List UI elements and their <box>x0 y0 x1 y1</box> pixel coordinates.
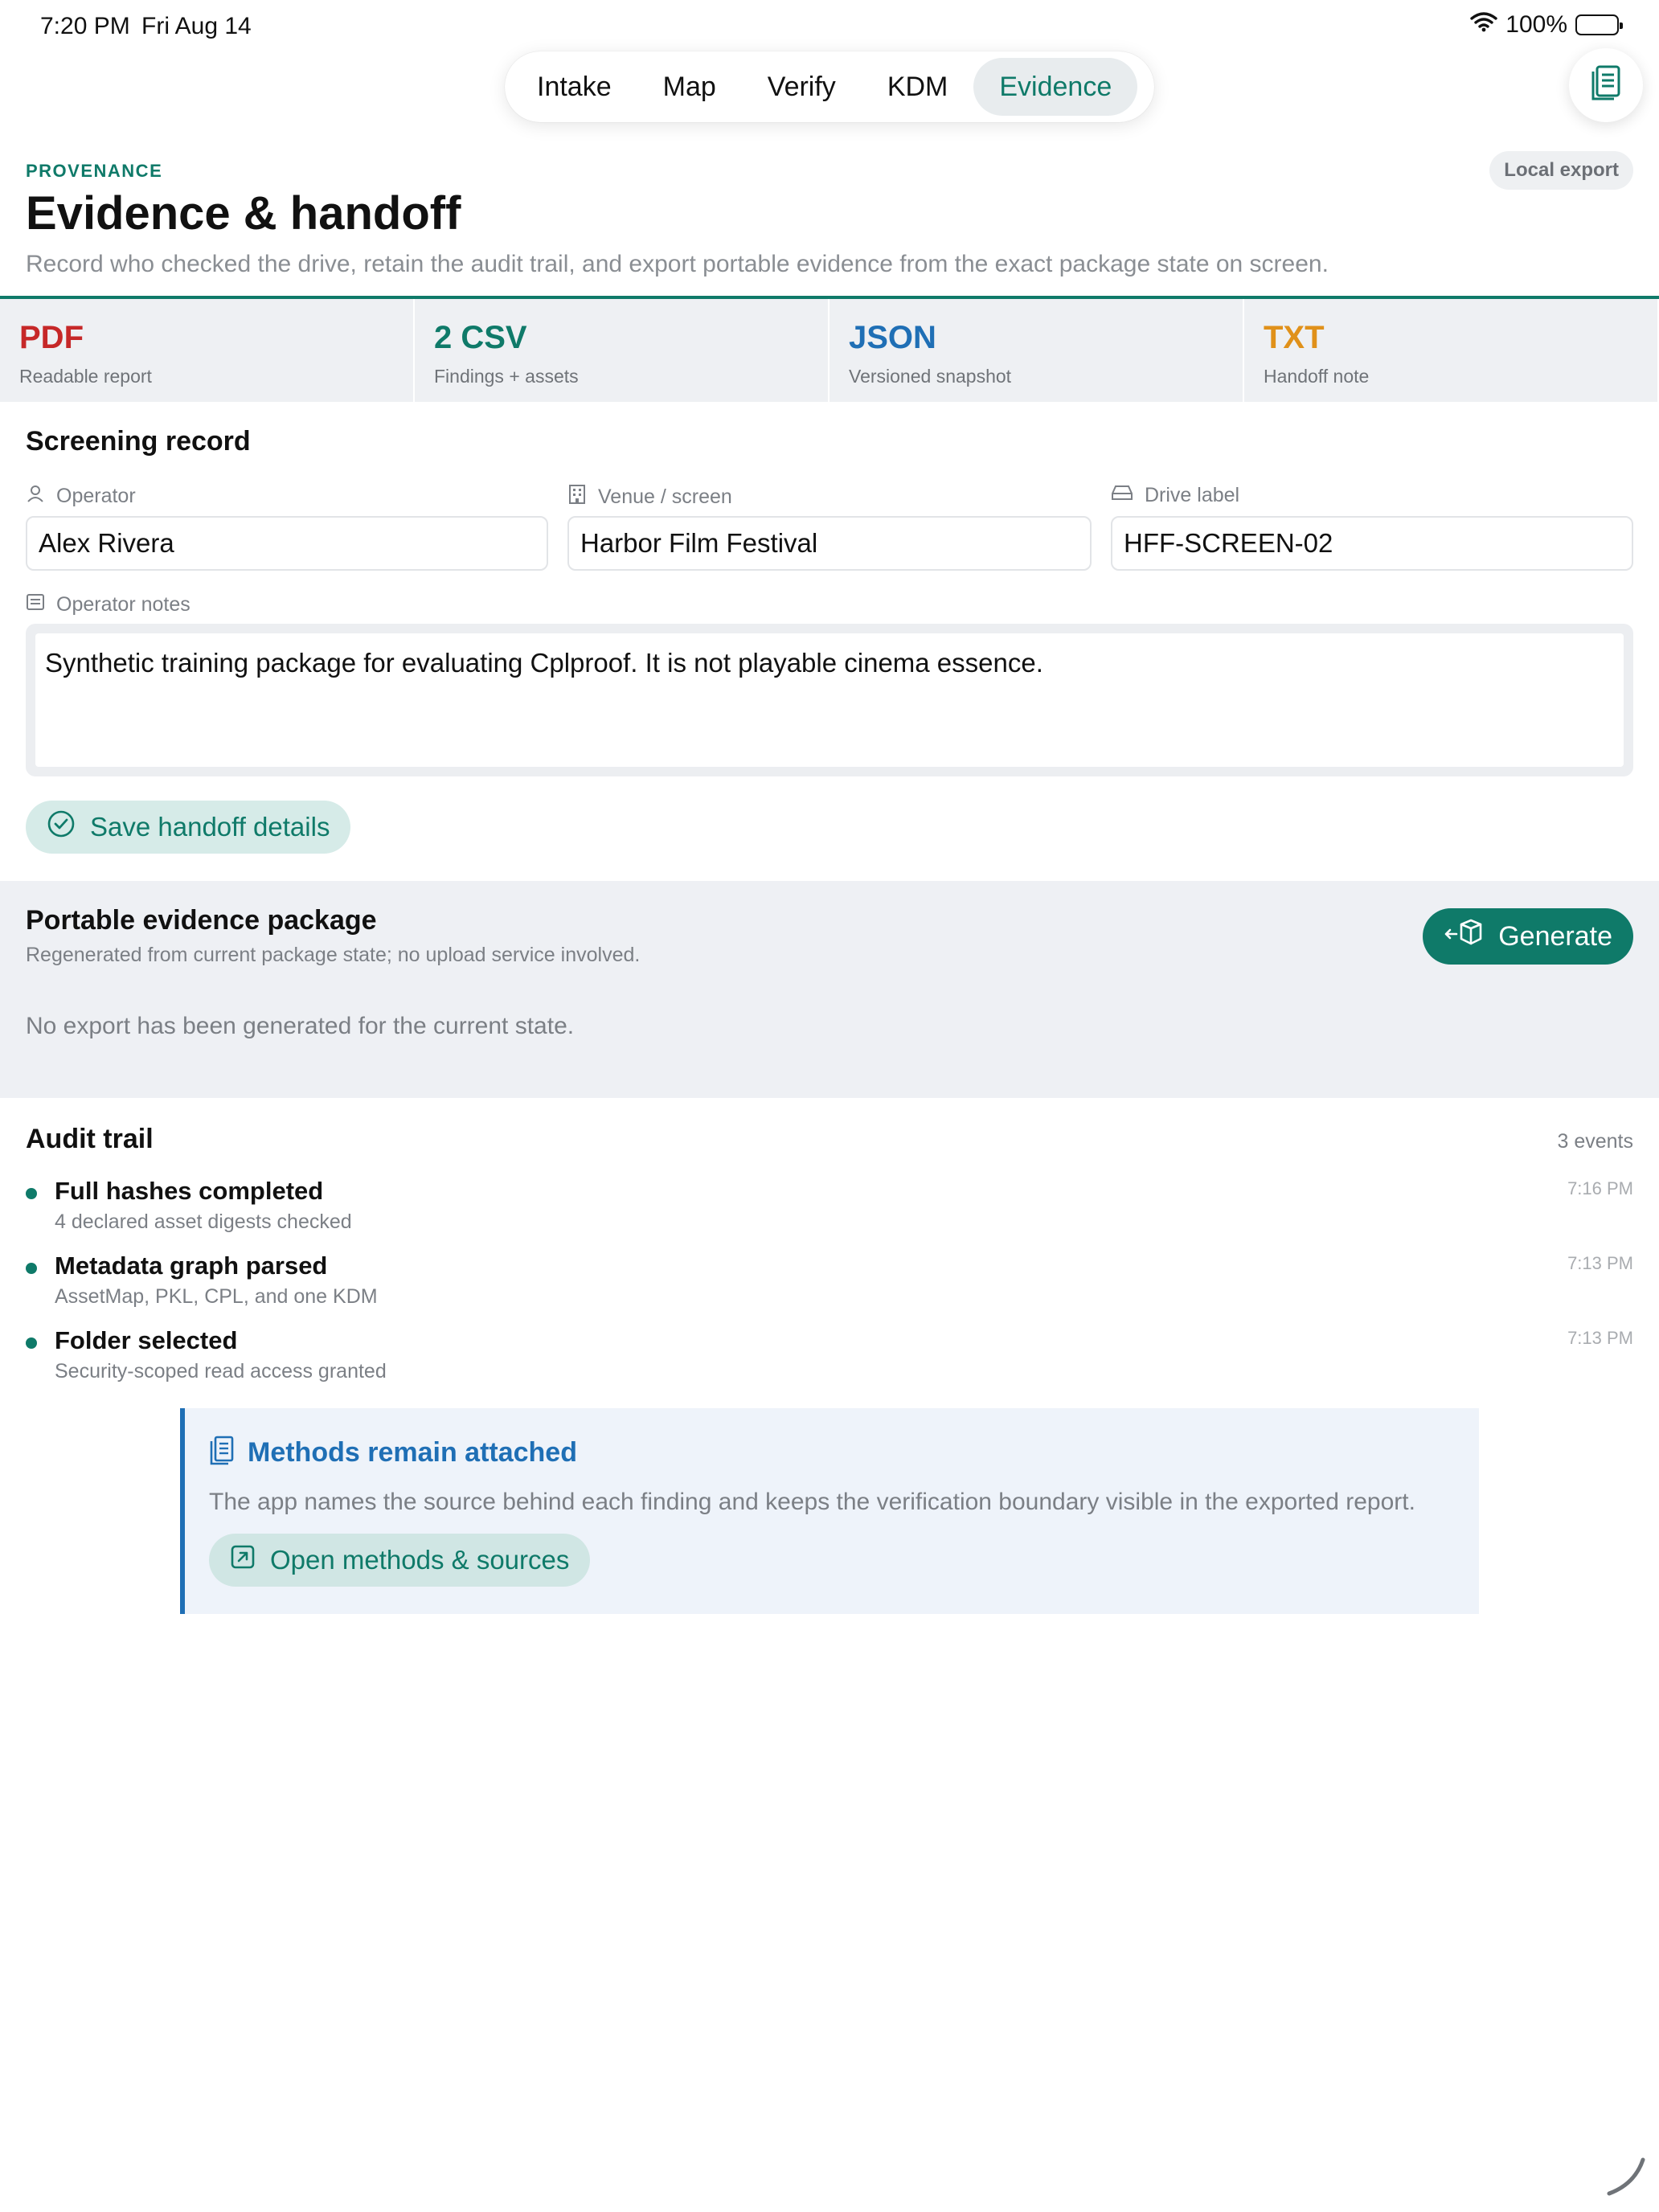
save-handoff-label: Save handoff details <box>90 812 330 842</box>
audit-event-time: 7:13 PM <box>1567 1253 1633 1273</box>
save-handoff-button[interactable]: Save handoff details <box>26 801 351 854</box>
page-title: Evidence & handoff <box>26 187 461 240</box>
section-eyebrow: PROVENANCE <box>26 161 163 181</box>
battery-icon <box>1575 14 1623 35</box>
audit-event-subtitle: 4 declared asset digests checked <box>55 1210 352 1233</box>
timeline-dot <box>26 1188 37 1199</box>
audit-event-subtitle: Security-scoped read access granted <box>55 1360 387 1382</box>
audit-event-subtitle: AssetMap, PKL, CPL, and one KDM <box>55 1285 378 1308</box>
timeline-dot <box>26 1263 37 1274</box>
audit-event-title: Full hashes completed <box>55 1177 324 1205</box>
methods-callout-title: Methods remain attached <box>248 1437 577 1468</box>
drive-label-field[interactable]: HFF-SCREEN-02 <box>1111 516 1633 571</box>
operator-label: Operator <box>26 484 136 509</box>
audit-event: Full hashes completed 4 declared asset d… <box>26 1177 1633 1241</box>
generate-label: Generate <box>1498 920 1612 952</box>
evidence-package-title: Portable evidence package <box>26 905 377 936</box>
format-txt: TXT Handoff note <box>1244 299 1659 402</box>
drive-label-text: Drive label <box>1145 484 1240 506</box>
page-subtitle: Record who checked the drive, retain the… <box>26 251 1329 277</box>
format-pdf: PDF Readable report <box>0 299 415 402</box>
audit-event-title: Folder selected <box>55 1326 238 1354</box>
tab-verify[interactable]: Verify <box>742 58 862 116</box>
operator-label-text: Operator <box>56 485 136 507</box>
status-indicators: 100% <box>1470 11 1623 39</box>
methods-callout-body: The app names the source behind each fin… <box>209 1489 1415 1515</box>
venue-label: Venue / screen <box>567 484 732 510</box>
person-icon <box>26 484 45 509</box>
venue-field[interactable]: Harbor Film Festival <box>567 516 1092 571</box>
status-date: Fri Aug 14 <box>141 13 252 39</box>
document-icon <box>209 1436 235 1470</box>
screening-record-heading: Screening record <box>26 426 251 457</box>
tab-kdm[interactable]: KDM <box>862 58 974 116</box>
format-pdf-subtitle: Readable report <box>19 366 152 387</box>
status-bar: 7:20 PM Fri Aug 14 100% <box>0 0 1659 51</box>
open-methods-label: Open methods & sources <box>270 1545 570 1575</box>
audit-event: Metadata graph parsed AssetMap, PKL, CPL… <box>26 1251 1633 1316</box>
audit-event: Folder selected Security-scoped read acc… <box>26 1326 1633 1391</box>
local-export-badge: Local export <box>1489 151 1633 190</box>
venue-label-text: Venue / screen <box>598 485 732 508</box>
format-csv: 2 CSV Findings + assets <box>415 299 830 402</box>
tab-evidence[interactable]: Evidence <box>973 58 1138 116</box>
audit-trail-heading: Audit trail <box>26 1124 154 1154</box>
notes-icon <box>26 593 45 616</box>
generate-button[interactable]: Generate <box>1423 908 1633 965</box>
format-csv-title: 2 CSV <box>434 320 527 355</box>
audit-event-count: 3 events <box>1557 1130 1633 1153</box>
operator-field[interactable]: Alex Rivera <box>26 516 548 571</box>
drive-icon <box>1111 484 1133 507</box>
tab-intake[interactable]: Intake <box>511 58 637 116</box>
format-txt-subtitle: Handoff note <box>1264 366 1370 387</box>
evidence-package-empty-state: No export has been generated for the cur… <box>26 1013 575 1039</box>
segmented-tab-bar: Intake Map Verify KDM Evidence <box>505 51 1154 122</box>
format-json: JSON Versioned snapshot <box>830 299 1244 402</box>
wifi-icon <box>1470 11 1497 39</box>
export-formats-strip: PDF Readable report 2 CSV Findings + ass… <box>0 296 1659 402</box>
format-json-subtitle: Versioned snapshot <box>849 366 1012 387</box>
document-button[interactable] <box>1569 48 1643 122</box>
methods-callout-header: Methods remain attached <box>209 1436 577 1470</box>
evidence-package-panel: Portable evidence package Regenerated fr… <box>0 881 1659 1098</box>
document-icon <box>1590 65 1622 106</box>
audit-event-title: Metadata graph parsed <box>55 1251 328 1280</box>
format-json-title: JSON <box>849 320 936 355</box>
timeline-dot <box>26 1337 37 1349</box>
operator-notes-label-text: Operator notes <box>56 593 190 616</box>
battery-percent: 100% <box>1505 11 1567 38</box>
format-txt-title: TXT <box>1264 320 1325 355</box>
evidence-package-subtitle: Regenerated from current package state; … <box>26 944 641 966</box>
tab-map[interactable]: Map <box>637 58 742 116</box>
methods-callout: Methods remain attached The app names th… <box>180 1408 1479 1614</box>
open-methods-button[interactable]: Open methods & sources <box>209 1534 591 1587</box>
checkmark-circle-icon <box>47 809 76 845</box>
operator-notes-label: Operator notes <box>26 593 190 616</box>
operator-notes-textarea[interactable]: Synthetic training package for evaluatin… <box>35 633 1624 767</box>
audit-event-time: 7:13 PM <box>1567 1328 1633 1348</box>
external-link-icon <box>230 1544 256 1576</box>
scroll-indicator <box>1603 2152 1651 2204</box>
operator-notes-container: Synthetic training package for evaluatin… <box>26 624 1633 776</box>
audit-event-time: 7:16 PM <box>1567 1178 1633 1198</box>
format-csv-subtitle: Findings + assets <box>434 366 579 387</box>
status-time: 7:20 PM <box>40 13 130 39</box>
drive-label: Drive label <box>1111 484 1239 507</box>
format-pdf-title: PDF <box>19 320 84 355</box>
package-export-icon <box>1444 918 1484 956</box>
building-icon <box>567 484 587 510</box>
